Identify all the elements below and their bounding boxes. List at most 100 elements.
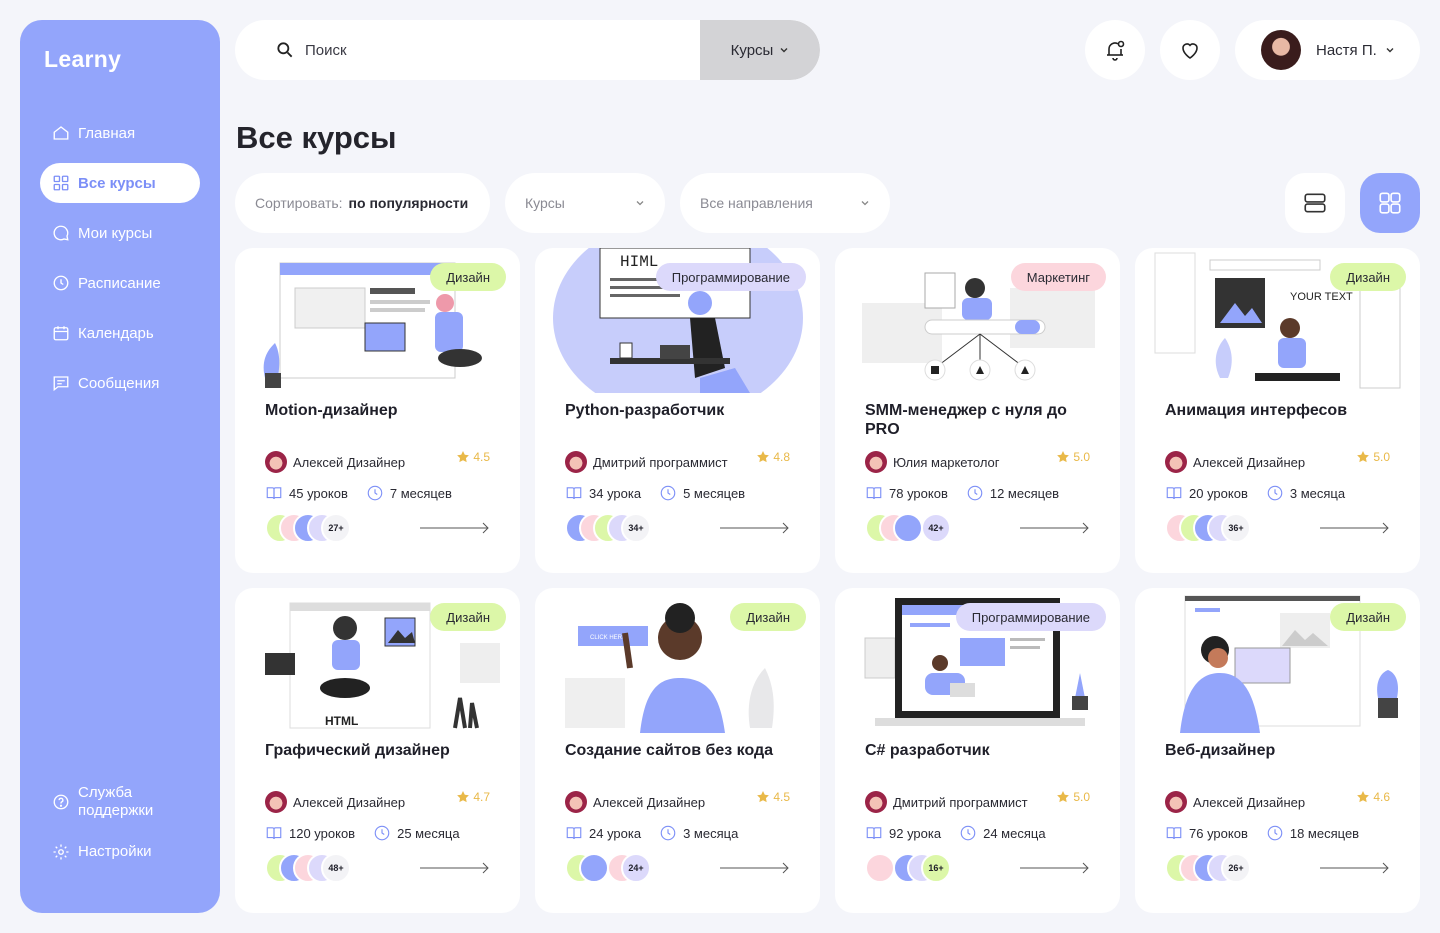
sidebar-item-settings[interactable]: Настройки <box>40 832 210 872</box>
course-duration: 24 месяца <box>983 825 1046 841</box>
book-icon <box>566 827 582 840</box>
user-menu[interactable]: Настя П. <box>1235 20 1420 80</box>
book-icon <box>266 827 282 840</box>
lessons-count: 78 уроков <box>889 485 948 501</box>
course-card-graphic-designer[interactable]: HTML Дизайн Графический дизайнер Алексей… <box>235 588 520 913</box>
sidebar-item-messages[interactable]: Сообщения <box>40 363 200 403</box>
course-card-web-designer[interactable]: Дизайн Веб-дизайнер Алексей Дизайнер 4.6… <box>1135 588 1420 913</box>
arrow-right-icon[interactable] <box>420 520 490 536</box>
course-card-csharp-developer[interactable]: Программирование C# разработчик Дмитрий … <box>835 588 1120 913</box>
course-title: Создание сайтов без кода <box>565 742 774 759</box>
category-badge: Программирование <box>655 263 806 291</box>
html-label: HTML <box>325 714 358 728</box>
sidebar-item-my-courses[interactable]: Мои курсы <box>40 213 200 253</box>
course-title: C# разработчик <box>865 742 990 759</box>
course-meta: 78 уроков 12 месяцев <box>865 484 1059 502</box>
course-meta: 92 урока 24 месяца <box>865 824 1046 842</box>
arrow-right-icon[interactable] <box>1320 860 1390 876</box>
lessons-count: 20 уроков <box>1189 485 1248 501</box>
sort-label: Сортировать: <box>255 195 343 211</box>
students-avatars: 48+ <box>265 853 395 883</box>
type-filter-value: Курсы <box>525 195 565 211</box>
type-filter-dropdown[interactable]: Курсы <box>505 173 665 233</box>
course-author: Алексей Дизайнер <box>565 791 705 813</box>
rating-value: 4.5 <box>773 790 790 804</box>
course-author: Алексей Дизайнер <box>1165 451 1305 473</box>
author-avatar <box>865 791 887 813</box>
author-name: Юлия маркетолог <box>893 454 1000 470</box>
search-category-dropdown[interactable]: Курсы <box>700 20 820 80</box>
sidebar-item-label: Служба поддержки <box>78 784 154 819</box>
author-name: Дмитрий программист <box>893 794 1028 810</box>
chevron-down-icon <box>861 201 869 206</box>
arrow-right-icon[interactable] <box>720 860 790 876</box>
list-view-button[interactable] <box>1285 173 1345 233</box>
arrow-right-icon[interactable] <box>1020 520 1090 536</box>
clock-icon <box>967 485 983 501</box>
clock-icon <box>660 485 676 501</box>
course-card-python-developer[interactable]: HIML Программирование Python-разработчик… <box>535 248 820 573</box>
category-badge: Маркетинг <box>1010 263 1106 291</box>
avatar <box>1261 30 1301 70</box>
students-count: 42+ <box>921 513 951 543</box>
students-count: 24+ <box>621 853 651 883</box>
students-avatars: 34+ <box>565 513 695 543</box>
course-author: Юлия маркетолог <box>865 451 1000 473</box>
author-name: Алексей Дизайнер <box>293 794 406 810</box>
arrow-right-icon[interactable] <box>420 860 490 876</box>
book-icon <box>866 827 882 840</box>
sort-dropdown[interactable]: Сортировать: по популярности <box>235 173 490 233</box>
clock-icon <box>660 825 676 841</box>
sidebar-item-all-courses[interactable]: Все курсы <box>40 163 200 203</box>
category-badge: Дизайн <box>1330 603 1406 631</box>
book-icon <box>866 487 882 500</box>
sidebar-item-home[interactable]: Главная <box>40 113 200 153</box>
sort-value: по популярности <box>348 195 469 211</box>
star-icon <box>457 451 470 463</box>
rating-value: 4.6 <box>1373 790 1390 804</box>
sidebar-item-support[interactable]: Служба поддержки <box>40 782 210 822</box>
category-badge: Дизайн <box>430 263 506 291</box>
clock-icon <box>367 485 383 501</box>
course-rating: 4.8 <box>755 449 790 465</box>
students-avatars: 36+ <box>1165 513 1295 543</box>
course-title: SMM-менеджер с нуля до PRO <box>865 402 1067 438</box>
clock-icon <box>374 825 390 841</box>
author-name: Алексей Дизайнер <box>1193 454 1306 470</box>
star-icon <box>757 791 770 803</box>
author-avatar <box>565 791 587 813</box>
course-card-smm-manager[interactable]: Маркетинг SMM-менеджер с нуля до PRO Юли… <box>835 248 1120 573</box>
course-author: Дмитрий программист <box>565 451 728 473</box>
category-badge: Дизайн <box>1330 263 1406 291</box>
course-card-motion-designer[interactable]: Дизайн Motion-дизайнер Алексей Дизайнер … <box>235 248 520 573</box>
chevron-down-icon <box>1386 48 1394 53</box>
course-rating: 5.0 <box>1055 449 1090 465</box>
students-avatars: 26+ <box>1165 853 1295 883</box>
course-author: Алексей Дизайнер <box>265 791 405 813</box>
direction-filter-dropdown[interactable]: Все направления <box>680 173 890 233</box>
book-icon <box>266 487 282 500</box>
sidebar-item-label: Сообщения <box>78 374 160 392</box>
sidebar-item-calendar[interactable]: Календарь <box>40 313 200 353</box>
arrow-right-icon[interactable] <box>1320 520 1390 536</box>
notifications-button[interactable] <box>1085 20 1145 80</box>
favorites-button[interactable] <box>1160 20 1220 80</box>
search-bar: Курсы <box>235 20 820 80</box>
grid-view-button[interactable] <box>1360 173 1420 233</box>
search-input[interactable] <box>305 20 705 80</box>
author-avatar <box>1165 791 1187 813</box>
author-avatar <box>1165 451 1187 473</box>
arrow-right-icon[interactable] <box>1020 860 1090 876</box>
book-icon <box>1166 827 1182 840</box>
sidebar-item-label: Мои курсы <box>78 224 153 242</box>
direction-filter-value: Все направления <box>700 195 813 211</box>
logo[interactable]: Learny <box>44 46 121 73</box>
sidebar-nav: Главная Все курсы Мои курсы Расписание К… <box>40 113 200 413</box>
chevron-down-icon <box>636 201 644 206</box>
clock-icon <box>960 825 976 841</box>
course-card-no-code-websites[interactable]: CLICK HERE Дизайн Создание сайтов без ко… <box>535 588 820 913</box>
sidebar-item-schedule[interactable]: Расписание <box>40 263 200 303</box>
lessons-count: 45 уроков <box>289 485 348 501</box>
arrow-right-icon[interactable] <box>720 520 790 536</box>
course-card-interface-animation[interactable]: YOUR TEXT Дизайн Анимация интерфесов Але… <box>1135 248 1420 573</box>
